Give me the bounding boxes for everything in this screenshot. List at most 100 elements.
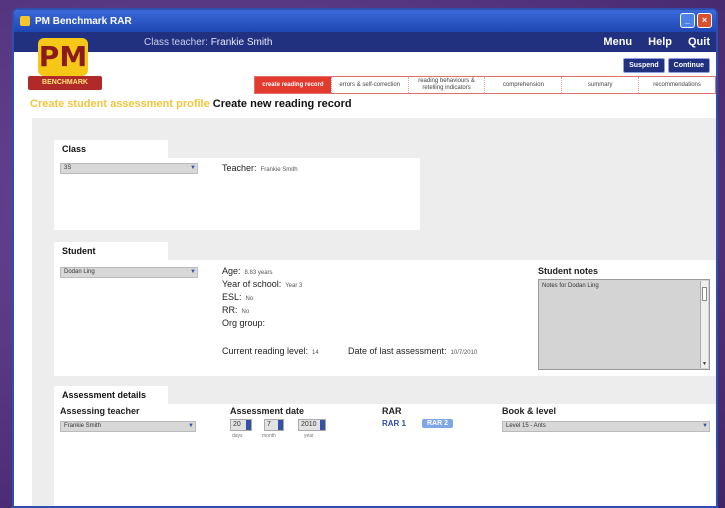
- assessing-teacher-heading: Assessing teacher: [60, 406, 140, 416]
- last-assessment-value: 10/7/2010: [450, 350, 478, 356]
- stepper-arrows-icon[interactable]: [246, 420, 251, 430]
- app-window: PM Benchmark RAR _ × Class teacher: Fran…: [12, 8, 718, 508]
- title-bar: PM Benchmark RAR _ ×: [14, 10, 716, 32]
- student-notes-heading: Student notes: [538, 266, 598, 276]
- class-teacher-row: Teacher: Frankie Smith: [222, 163, 298, 173]
- age-label: Age:: [222, 266, 241, 276]
- rar2-option[interactable]: RAR 2: [422, 419, 454, 428]
- tab-assessment-details: Assessment details: [54, 386, 168, 404]
- year-value: 2010: [301, 421, 317, 428]
- student-notes-text: Notes for Dodan Ling: [542, 283, 599, 289]
- chevron-down-icon: ▼: [702, 423, 708, 429]
- class-teacher-label: Class teacher:: [144, 36, 208, 48]
- esl-row: ESL: No: [222, 292, 253, 302]
- esl-value: No: [245, 296, 254, 302]
- step-summary[interactable]: summary: [561, 77, 638, 93]
- chevron-down-icon: ▼: [190, 165, 196, 171]
- student-select-value: Dodan Ling: [64, 269, 95, 275]
- student-select[interactable]: Dodan Ling ▼: [60, 267, 198, 278]
- student-panel: Dodan Ling ▼ Age: 8.83 years Year of scho…: [54, 260, 716, 376]
- rar-label: RAR: [382, 406, 402, 416]
- assessing-teacher-label: Assessing teacher: [60, 406, 140, 416]
- page-title: Create new reading record: [212, 98, 352, 110]
- year-caption: year: [304, 433, 314, 439]
- chevron-down-icon: ▼: [190, 269, 196, 275]
- assessing-teacher-value: Frankie Smith: [64, 423, 102, 429]
- menu-link[interactable]: Menu: [603, 36, 632, 48]
- age-row: Age: 8.83 years: [222, 266, 273, 276]
- day-value: 20: [233, 421, 241, 428]
- tab-class: Class: [54, 140, 168, 158]
- chevron-down-icon: ▼: [188, 423, 194, 429]
- last-assessment-label: Date of last assessment:: [348, 346, 447, 356]
- esl-label: ESL:: [222, 292, 242, 302]
- day-caption: days: [232, 433, 243, 439]
- pm-benchmark-logo: PM BENCHMARK: [28, 38, 102, 96]
- year-value: Year 3: [285, 283, 303, 289]
- day-stepper[interactable]: 20: [230, 419, 252, 431]
- heading-prefix: Create student assessment profile: [30, 98, 210, 110]
- student-notes-label: Student notes: [538, 266, 598, 276]
- month-value: 7: [267, 421, 271, 428]
- book-level-value: Level 15 - Ants: [506, 423, 546, 429]
- student-notes-textarea[interactable]: Notes for Dodan Ling ▼: [538, 279, 710, 370]
- scroll-thumb[interactable]: [702, 287, 707, 301]
- class-panel: 3S ▼ Teacher: Frankie Smith: [54, 158, 420, 230]
- stepper-arrows-icon[interactable]: [320, 420, 325, 430]
- window-title: PM Benchmark RAR: [35, 15, 132, 27]
- notes-scrollbar[interactable]: ▼: [700, 281, 708, 368]
- month-stepper[interactable]: 7: [264, 419, 284, 431]
- age-value: 8.83 years: [244, 270, 273, 276]
- year-row: Year of school: Year 3: [222, 279, 302, 289]
- help-link[interactable]: Help: [648, 36, 672, 48]
- reading-level-value: 14: [312, 350, 319, 356]
- top-menu: Menu Help Quit: [603, 36, 710, 48]
- rr-label: RR:: [222, 305, 238, 315]
- close-button[interactable]: ×: [697, 13, 712, 28]
- reading-level-row: Current reading level: 14: [222, 346, 319, 356]
- window-controls: _ ×: [680, 13, 712, 28]
- rr-value: No: [241, 309, 250, 315]
- book-level-select[interactable]: Level 15 - Ants ▼: [502, 421, 710, 432]
- reading-level-label: Current reading level:: [222, 346, 309, 356]
- scroll-down-icon[interactable]: ▼: [702, 361, 707, 367]
- month-caption: month: [262, 433, 276, 439]
- stepper-arrows-icon[interactable]: [278, 420, 283, 430]
- assessment-panel: Assessing teacher Frankie Smith ▼ Assess…: [54, 404, 716, 506]
- form-area: Class 3S ▼ Teacher: Frankie Smith Student…: [32, 118, 716, 506]
- quit-link[interactable]: Quit: [688, 36, 710, 48]
- rar-heading: RAR: [382, 406, 402, 416]
- step-create-reading-record[interactable]: create reading record: [255, 77, 331, 93]
- rar1-option[interactable]: RAR 1: [382, 419, 406, 428]
- logo-benchmark: BENCHMARK: [28, 76, 102, 90]
- minimize-button[interactable]: _: [680, 13, 695, 28]
- class-select-value: 3S: [64, 165, 72, 171]
- book-level-label: Book & level: [502, 406, 557, 416]
- teacher-label: Teacher:: [222, 163, 257, 173]
- assessment-date-heading: Assessment date: [230, 406, 304, 416]
- page-heading: Create student assessment profile Create…: [30, 98, 352, 110]
- header-band: Class teacher: Frankie Smith Menu Help Q…: [14, 32, 716, 52]
- year-label: Year of school:: [222, 279, 282, 289]
- class-teacher-name: Frankie Smith: [210, 36, 273, 48]
- action-buttons: Suspend Continue: [623, 58, 710, 73]
- logo-pm: PM: [38, 38, 88, 76]
- class-select[interactable]: 3S ▼: [60, 163, 198, 174]
- assessment-date-label: Assessment date: [230, 406, 305, 416]
- rr-row: RR: No: [222, 305, 249, 315]
- tab-student: Student: [54, 242, 168, 260]
- step-recommendations[interactable]: recommendations: [638, 77, 715, 93]
- step-errors-self-correction[interactable]: errors & self-correction: [330, 77, 408, 93]
- assessing-teacher-select[interactable]: Frankie Smith ▼: [60, 421, 196, 432]
- suspend-button[interactable]: Suspend: [623, 58, 665, 73]
- app-icon: [20, 16, 30, 26]
- year-stepper[interactable]: 2010: [298, 419, 326, 431]
- last-assessment-row: Date of last assessment: 10/7/2010: [348, 346, 477, 356]
- teacher-value: Frankie Smith: [260, 167, 298, 173]
- org-group-label: Org group:: [222, 318, 266, 328]
- continue-button[interactable]: Continue: [667, 58, 710, 73]
- step-comprehension[interactable]: comprehension: [484, 77, 561, 93]
- book-level-heading: Book & level: [502, 406, 556, 416]
- class-teacher-info: Class teacher: Frankie Smith: [144, 37, 272, 48]
- step-reading-behaviours[interactable]: reading behaviours & retelling indicator…: [407, 77, 485, 93]
